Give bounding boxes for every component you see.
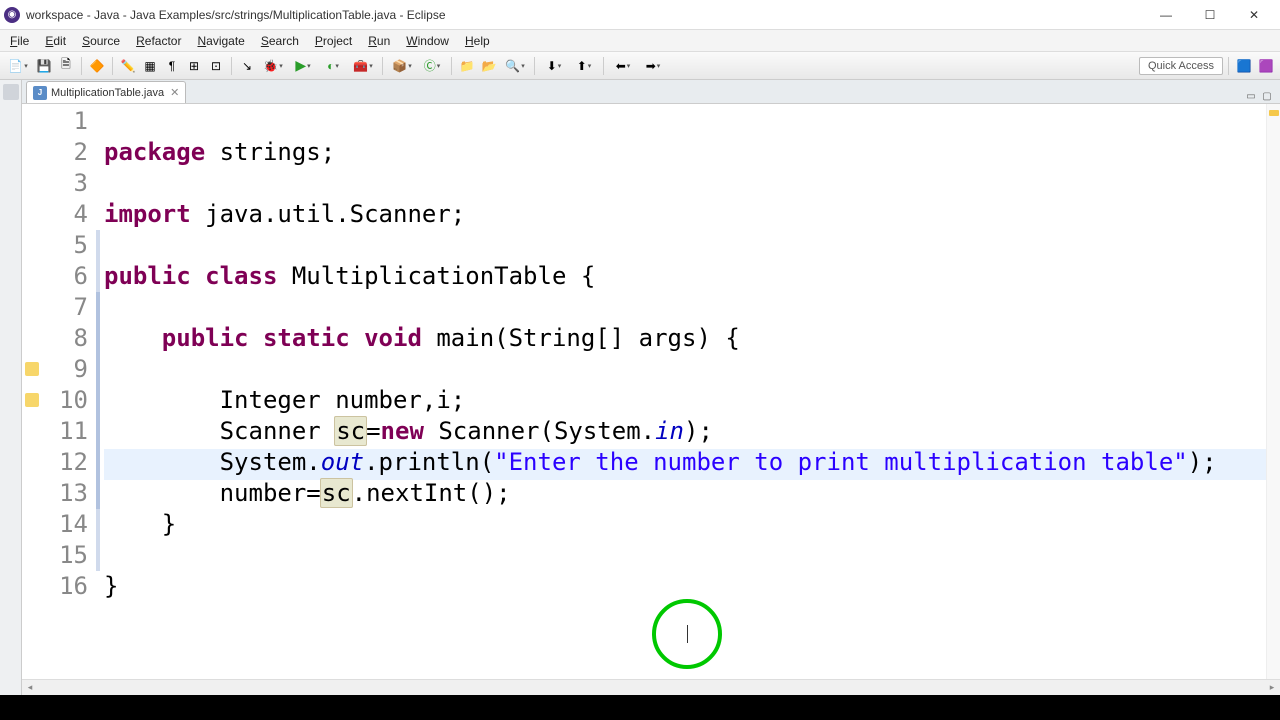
scroll-left-button[interactable]: ◂ <box>22 680 38 696</box>
menu-search[interactable]: Search <box>255 32 305 50</box>
show-whitespace-button[interactable]: ¶ <box>162 56 182 76</box>
menu-source[interactable]: Source <box>76 32 126 50</box>
coverage-button[interactable]: ◐▾ <box>319 56 347 76</box>
menu-help[interactable]: Help <box>459 32 496 50</box>
new-class-button[interactable]: Ⓒ▾ <box>418 56 446 76</box>
skip-breakpoints-button[interactable]: ↘ <box>237 56 257 76</box>
prev-annotation-button[interactable]: ⬆▾ <box>570 56 598 76</box>
left-trim-bar <box>0 80 22 695</box>
minimize-editor-button[interactable]: ▭ <box>1244 89 1258 103</box>
maximize-editor-button[interactable]: ▢ <box>1260 89 1274 103</box>
warning-marker-icon[interactable] <box>25 393 39 407</box>
app-window: ◉ workspace - Java - Java Examples/src/s… <box>0 0 1280 720</box>
menu-window[interactable]: Window <box>400 32 455 50</box>
save-all-button[interactable]: 🗎 <box>56 56 76 76</box>
perspective-java-button[interactable]: 🟦 <box>1234 56 1254 76</box>
external-tools-button[interactable]: 🧰▾ <box>349 56 377 76</box>
annotation-button[interactable]: ⊡ <box>206 56 226 76</box>
eclipse-icon: ◉ <box>4 7 20 23</box>
editor-tab[interactable]: J MultiplicationTable.java ✕ <box>26 81 186 103</box>
menu-refactor[interactable]: Refactor <box>130 32 187 50</box>
horizontal-scrollbar[interactable]: ◂ ▸ <box>22 679 1280 695</box>
tab-filename: MultiplicationTable.java <box>51 87 164 99</box>
new-button[interactable]: 📄▾ <box>4 56 32 76</box>
line-number-gutter: 12345678910111213141516 <box>42 104 96 633</box>
toggle-mark-button[interactable]: ✏️ <box>118 56 138 76</box>
menu-navigate[interactable]: Navigate <box>191 32 250 50</box>
workbench: J MultiplicationTable.java ✕ ▭ ▢ 1234567… <box>0 80 1280 695</box>
overview-ruler <box>1266 104 1280 679</box>
perspective-debug-button[interactable]: 🟪 <box>1256 56 1276 76</box>
next-annotation-button[interactable]: ⬇▾ <box>540 56 568 76</box>
menu-project[interactable]: Project <box>309 32 358 50</box>
search-button[interactable]: 🔍▾ <box>501 56 529 76</box>
code-editor[interactable]: 12345678910111213141516 package strings;… <box>22 104 1280 679</box>
open-type-button[interactable]: 🔶 <box>87 56 107 76</box>
menu-run[interactable]: Run <box>362 32 396 50</box>
letterbox-bottom <box>0 695 1280 720</box>
close-button[interactable]: ✕ <box>1232 1 1276 29</box>
debug-button[interactable]: 🐞▾ <box>259 56 287 76</box>
warning-marker-icon[interactable] <box>25 362 39 376</box>
window-title: workspace - Java - Java Examples/src/str… <box>26 8 1144 22</box>
show-whitespace2-button[interactable]: ⊞ <box>184 56 204 76</box>
run-button[interactable]: ▶▾ <box>289 56 317 76</box>
editor-area: J MultiplicationTable.java ✕ ▭ ▢ 1234567… <box>22 80 1280 695</box>
menu-bar: File Edit Source Refactor Navigate Searc… <box>0 30 1280 52</box>
editor-tabbar: J MultiplicationTable.java ✕ ▭ ▢ <box>22 80 1280 104</box>
open-task-button[interactable]: 📁 <box>457 56 477 76</box>
menu-file[interactable]: File <box>4 32 35 50</box>
maximize-button[interactable]: ☐ <box>1188 1 1232 29</box>
back-button[interactable]: ⬅▾ <box>609 56 637 76</box>
scroll-right-button[interactable]: ▸ <box>1264 680 1280 696</box>
code-text[interactable]: package strings; import java.util.Scanne… <box>104 104 1266 633</box>
fold-bar <box>96 104 104 633</box>
restore-view-button[interactable] <box>3 84 19 100</box>
tab-close-icon[interactable]: ✕ <box>170 86 179 99</box>
marker-gutter <box>22 104 42 679</box>
block-select-button[interactable]: ▦ <box>140 56 160 76</box>
overview-mark <box>1269 110 1279 116</box>
minimize-button[interactable]: — <box>1144 1 1188 29</box>
forward-button[interactable]: ➡▾ <box>639 56 667 76</box>
titlebar: ◉ workspace - Java - Java Examples/src/s… <box>0 0 1280 30</box>
save-button[interactable]: 💾 <box>34 56 54 76</box>
menu-edit[interactable]: Edit <box>39 32 72 50</box>
new-java-button[interactable]: 📦▾ <box>388 56 416 76</box>
java-file-icon: J <box>33 86 47 100</box>
toolbar: 📄▾ 💾 🗎 🔶 ✏️ ▦ ¶ ⊞ ⊡ ↘ 🐞▾ ▶▾ ◐▾ 🧰▾ 📦▾ Ⓒ▾ … <box>0 52 1280 80</box>
open-element-button[interactable]: 📂 <box>479 56 499 76</box>
quick-access[interactable]: Quick Access <box>1139 57 1223 75</box>
